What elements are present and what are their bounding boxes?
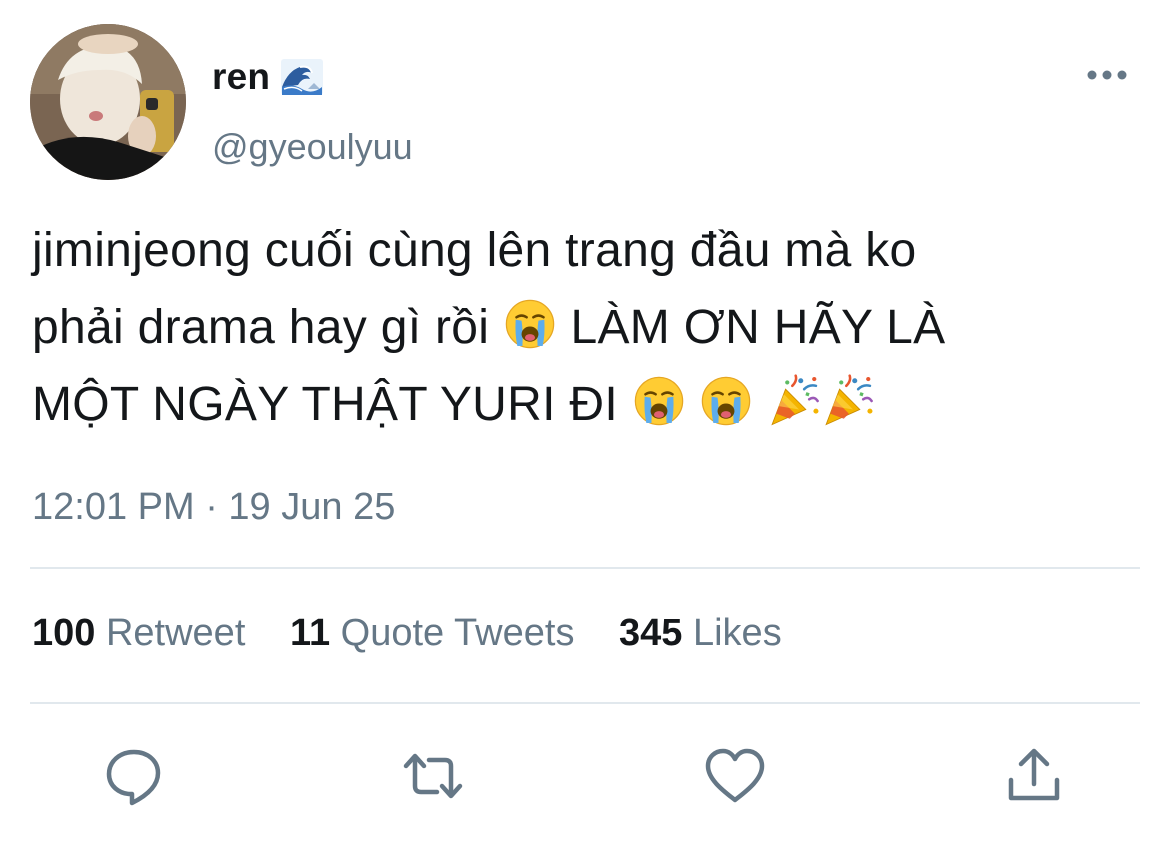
tweet-text-segment: MỘT NGÀY THẬT YURI ĐI	[32, 378, 632, 431]
user-handle[interactable]: @gyeoulyuu	[212, 126, 413, 168]
tweet-text-line: jiminjeong cuối cùng lên trang đầu mà ko	[32, 224, 917, 277]
more-options-icon[interactable]	[1084, 62, 1130, 88]
divider	[30, 702, 1140, 704]
quotes-label: Quote Tweets	[340, 612, 575, 654]
tweet-text: jiminjeong cuối cùng lên trang đầu mà ko…	[32, 212, 1132, 443]
display-name[interactable]: ren	[212, 56, 270, 98]
display-name-row: ren	[212, 54, 324, 100]
retweets-label: Retweet	[105, 612, 246, 654]
wave-emoji-icon	[281, 59, 324, 95]
tweet-card: ren @gyeoulyuu jiminjeong cuối cùng lên …	[0, 0, 1170, 867]
tweet-text-line: phải drama hay gì rồi LÀM ƠN HÃY LÀ	[32, 289, 1132, 366]
tweet-text-line: MỘT NGÀY THẬT YURI ĐI	[32, 366, 1132, 443]
like-icon[interactable]	[705, 746, 765, 806]
share-icon[interactable]	[1004, 746, 1064, 806]
loudly-crying-face-icon	[632, 374, 686, 428]
party-popper-icon	[767, 374, 821, 428]
retweets-stat[interactable]: 100 Retweet	[32, 612, 245, 655]
avatar-photo	[30, 24, 186, 180]
divider	[30, 567, 1140, 569]
likes-label: Likes	[692, 612, 782, 654]
loudly-crying-face-icon	[699, 374, 753, 428]
loudly-crying-face-icon	[503, 297, 557, 351]
retweet-icon[interactable]	[403, 746, 463, 806]
quote-tweets-stat[interactable]: 11 Quote Tweets	[290, 612, 575, 655]
likes-count: 345	[619, 612, 683, 654]
tweet-timestamp[interactable]: 12:01 PM · 19 Jun 25	[32, 486, 395, 529]
tweet-stats: 100 Retweet 11 Quote Tweets 345 Likes	[32, 612, 782, 655]
quotes-count: 11	[289, 612, 331, 654]
party-popper-icon	[821, 374, 875, 428]
reply-icon[interactable]	[104, 746, 164, 806]
retweets-count: 100	[32, 612, 96, 654]
avatar[interactable]	[30, 24, 186, 180]
likes-stat[interactable]: 345 Likes	[619, 612, 782, 655]
tweet-text-segment: LÀM ƠN HÃY LÀ	[556, 301, 946, 354]
tweet-text-segment: phải drama hay gì rồi	[32, 301, 503, 354]
